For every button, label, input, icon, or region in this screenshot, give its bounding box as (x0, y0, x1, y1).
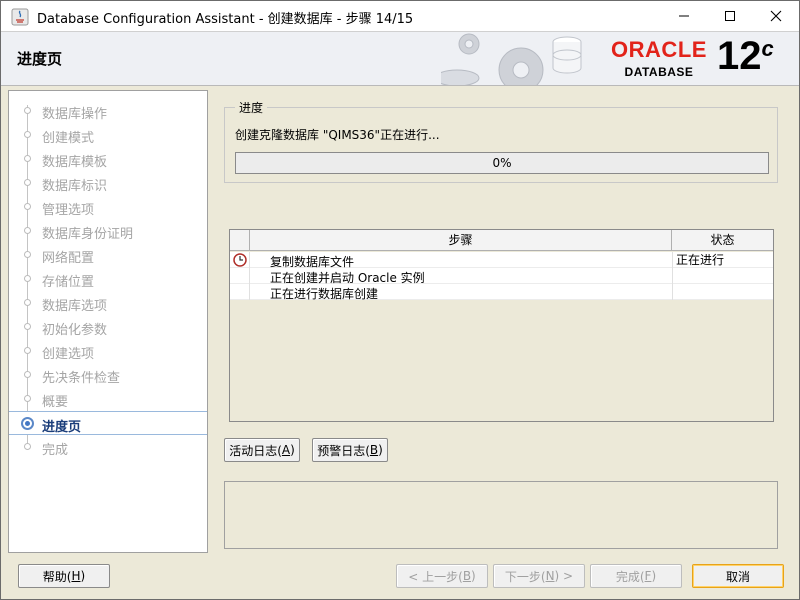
page-title: 进度页 (17, 50, 63, 68)
minimize-button[interactable] (661, 1, 707, 31)
nav-item-label: 数据库标识 (42, 179, 108, 194)
maximize-icon (725, 11, 735, 21)
main-panel: 进度 创建克隆数据库 "QIMS36"正在进行... 0% 步骤 状态 复制数据… (215, 90, 793, 553)
table-row[interactable]: 正在进行数据库创建 (230, 284, 773, 301)
oracle-logo: ORACLE DATABASE (611, 37, 707, 79)
nav-item-2[interactable]: 数据库模板 (9, 147, 207, 171)
step-status: 正在进行 (672, 252, 773, 268)
nav-item-label: 进度页 (42, 420, 82, 435)
nav-item-label: 网络配置 (42, 251, 95, 266)
nav-item-5[interactable]: 数据库身份证明 (9, 219, 207, 243)
log-output-area[interactable] (224, 481, 778, 549)
nav-item-13[interactable]: 进度页 (9, 411, 207, 435)
column-header-status[interactable]: 状态 (672, 230, 773, 251)
progress-bar: 0% (235, 152, 769, 174)
progress-percent: 0% (492, 156, 512, 170)
nav-item-label: 先决条件检查 (42, 371, 121, 386)
maximize-button[interactable] (707, 1, 753, 31)
dbca-window: Database Configuration Assistant - 创建数据库… (0, 0, 800, 600)
nav-item-label: 数据库模板 (42, 155, 108, 170)
step-bullet-icon (24, 395, 31, 402)
nav-item-label: 管理选项 (42, 203, 95, 218)
nav-item-label: 数据库选项 (42, 299, 108, 314)
nav-item-label: 创建选项 (42, 347, 95, 362)
nav-item-9[interactable]: 初始化参数 (9, 315, 207, 339)
close-icon (770, 10, 782, 22)
progress-legend: 进度 (235, 99, 268, 116)
step-bullet-icon (24, 107, 31, 114)
nav-item-7[interactable]: 存储位置 (9, 267, 207, 291)
nav-item-label: 完成 (42, 443, 69, 458)
step-bullet-icon (24, 203, 31, 210)
step-name: 正在进行数据库创建 (270, 287, 379, 301)
nav-item-0[interactable]: 数据库操作 (9, 99, 207, 123)
version-badge: 12c (717, 34, 774, 78)
step-bullet-icon (24, 299, 31, 306)
wizard-header: 进度页 ORACLE DATABASE 12c (1, 32, 799, 86)
nav-item-12[interactable]: 概要 (9, 387, 207, 411)
nav-item-14[interactable]: 完成 (9, 435, 207, 459)
table-row[interactable]: 正在创建并启动 Oracle 实例 (230, 268, 773, 285)
progress-group: 进度 创建克隆数据库 "QIMS36"正在进行... 0% (224, 99, 778, 183)
nav-item-label: 数据库操作 (42, 107, 108, 122)
gears-decoration-icon (441, 33, 582, 85)
column-header-icon[interactable] (230, 230, 250, 251)
wizard-steps-nav: 数据库操作创建模式数据库模板数据库标识管理选项数据库身份证明 网络配置存储位置数据… (8, 90, 208, 553)
nav-item-10[interactable]: 创建选项 (9, 339, 207, 363)
nav-item-label: 存储位置 (42, 275, 95, 290)
close-button[interactable] (753, 1, 799, 31)
step-status (672, 284, 773, 300)
minimize-icon (679, 15, 689, 17)
empty-icon-cell (230, 284, 250, 300)
cancel-button[interactable]: 取消 (692, 564, 784, 588)
finish-button[interactable]: 完成(F) (590, 564, 682, 588)
next-button[interactable]: 下一步(N) > (493, 564, 585, 588)
activity-log-button[interactable]: 活动日志(A) (224, 438, 300, 462)
nav-item-4[interactable]: 管理选项 (9, 195, 207, 219)
nav-item-8[interactable]: 数据库选项 (9, 291, 207, 315)
nav-item-label: 创建模式 (42, 131, 95, 146)
back-button[interactable]: < 上一步(B) (396, 564, 488, 588)
title-bar[interactable]: Database Configuration Assistant - 创建数据库… (1, 1, 799, 32)
column-header-step[interactable]: 步骤 (250, 230, 672, 251)
help-button[interactable]: 帮助(H) (18, 564, 110, 588)
step-bullet-icon (24, 131, 31, 138)
step-bullet-icon (24, 323, 31, 330)
step-bullet-icon (24, 443, 31, 450)
nav-item-3[interactable]: 数据库标识 (9, 171, 207, 195)
step-bullet-icon (24, 275, 31, 282)
step-status (672, 268, 773, 284)
step-bullet-icon (24, 371, 31, 378)
alert-log-button[interactable]: 预警日志(B) (312, 438, 388, 462)
nav-item-1[interactable]: 创建模式 (9, 123, 207, 147)
clock-icon (230, 252, 250, 268)
step-bullet-icon (24, 155, 31, 162)
nav-item-label: 数据库身份证明 (42, 227, 134, 242)
nav-item-6[interactable]: 网络配置 (9, 243, 207, 267)
nav-item-11[interactable]: 先决条件检查 (9, 363, 207, 387)
step-bullet-icon (24, 179, 31, 186)
java-app-icon (11, 8, 29, 26)
table-row[interactable]: 复制数据库文件 正在进行 (230, 252, 773, 269)
nav-item-label: 概要 (42, 395, 69, 410)
empty-icon-cell (230, 268, 250, 284)
step-bullet-icon (24, 347, 31, 354)
current-step-icon (21, 417, 34, 430)
step-bullet-icon (24, 227, 31, 234)
step-bullet-icon (24, 251, 31, 258)
window-title: Database Configuration Assistant - 创建数据库… (37, 12, 414, 27)
steps-table: 步骤 状态 复制数据库文件 正在进行 正在创建并启动 Oracle 实例正在进行数据… (229, 229, 774, 422)
progress-message: 创建克隆数据库 "QIMS36"正在进行... (235, 128, 440, 142)
nav-item-label: 初始化参数 (42, 323, 108, 338)
